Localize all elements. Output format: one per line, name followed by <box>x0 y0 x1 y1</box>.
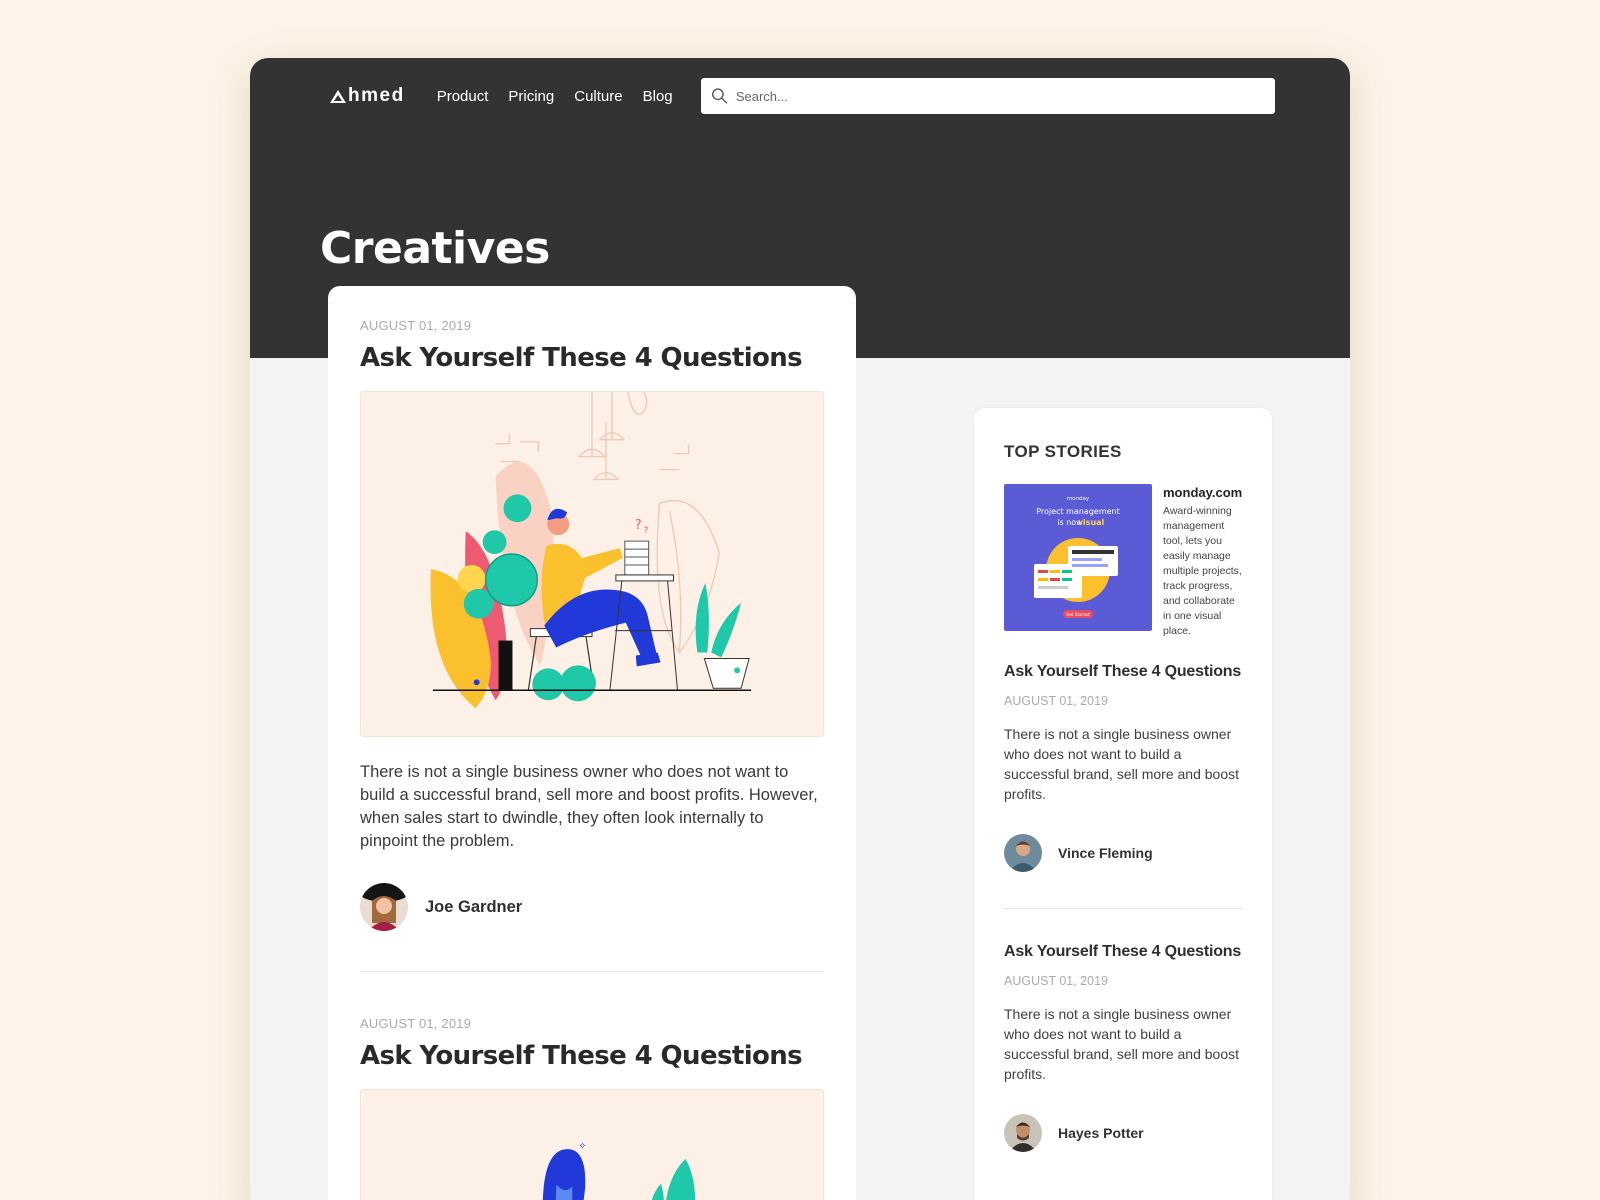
story-item: Ask Yourself These 4 Questions AUGUST 01… <box>1004 943 1242 1152</box>
search-icon <box>711 88 727 104</box>
story-author-name: Vince Fleming <box>1058 845 1153 861</box>
nav-link-culture[interactable]: Culture <box>574 88 622 105</box>
story-title[interactable]: Ask Yourself These 4 Questions <box>1004 943 1242 961</box>
post-feed-card: AUGUST 01, 2019 Ask Yourself These 4 Que… <box>328 286 856 1200</box>
author-avatar <box>360 883 408 931</box>
svg-text:?: ? <box>635 518 642 533</box>
svg-text:✧: ✧ <box>570 1151 576 1159</box>
story-title[interactable]: Ask Yourself These 4 Questions <box>1004 663 1242 681</box>
nav-links: Product Pricing Culture Blog <box>437 88 673 105</box>
search-box[interactable] <box>700 78 1275 114</box>
monday-ad-illustration: monday Project management is now visual <box>1004 484 1152 631</box>
svg-text:✧: ✧ <box>578 1141 586 1152</box>
post-item: AUGUST 01, 2019 Ask Yourself These 4 Que… <box>360 1016 824 1200</box>
ad-text: monday.com Award-winning management tool… <box>1163 484 1242 639</box>
story-author-name: Hayes Potter <box>1058 1125 1144 1141</box>
search-input[interactable] <box>735 88 1275 104</box>
ad-image[interactable]: monday Project management is now visual <box>1004 484 1152 631</box>
svg-text:monday: monday <box>1067 496 1090 502</box>
svg-text:?: ? <box>644 526 649 536</box>
svg-text:Project management: Project management <box>1036 507 1120 516</box>
sidebar-heading: TOP STORIES <box>1004 442 1122 461</box>
author-avatar <box>1004 1114 1042 1152</box>
svg-text:visual: visual <box>1078 518 1105 527</box>
story-excerpt: There is not a single business owner who… <box>1004 1006 1240 1082</box>
sponsored-ad[interactable]: monday Project management is now visual <box>1004 484 1242 639</box>
person-at-desk-illustration: ? ? <box>361 392 823 736</box>
logo-triangle-icon <box>330 89 346 103</box>
person-thinking-illustration: ✧ ✧ <box>363 1090 821 1200</box>
story-excerpt: There is not a single business owner who… <box>1004 726 1240 802</box>
post-divider <box>360 971 824 972</box>
author-avatar <box>1004 834 1042 872</box>
svg-text:Get Started: Get Started <box>1066 612 1090 617</box>
post-illustration[interactable]: ? ? <box>360 391 824 737</box>
story-date: AUGUST 01, 2019 <box>1004 974 1108 988</box>
top-nav: hmed Product Pricing Culture Blog <box>330 78 1275 114</box>
nav-link-product[interactable]: Product <box>437 88 489 105</box>
post-title[interactable]: Ask Yourself These 4 Questions <box>360 343 824 373</box>
logo-text: hmed <box>348 85 405 106</box>
nav-link-pricing[interactable]: Pricing <box>508 88 554 105</box>
nav-link-blog[interactable]: Blog <box>643 88 673 105</box>
post-author[interactable]: Joe Gardner <box>360 883 824 931</box>
post-illustration[interactable]: ✧ ✧ <box>360 1089 824 1200</box>
top-stories-sidebar: TOP STORIES monday Project management is… <box>973 407 1273 1200</box>
story-author[interactable]: Vince Fleming <box>1004 834 1242 872</box>
post-item: AUGUST 01, 2019 Ask Yourself These 4 Que… <box>360 318 824 972</box>
story-date: AUGUST 01, 2019 <box>1004 694 1108 708</box>
story-item: Ask Yourself These 4 Questions AUGUST 01… <box>1004 663 1242 909</box>
post-title[interactable]: Ask Yourself These 4 Questions <box>360 1041 824 1071</box>
post-date: AUGUST 01, 2019 <box>360 1016 472 1031</box>
story-author[interactable]: Hayes Potter <box>1004 1114 1242 1152</box>
ad-description: Award-winning management tool, lets you … <box>1163 505 1242 637</box>
story-divider <box>1004 908 1242 909</box>
browser-window: hmed Product Pricing Culture Blog Creati… <box>250 58 1350 1200</box>
logo[interactable]: hmed <box>330 85 405 107</box>
author-name: Joe Gardner <box>425 897 523 916</box>
page-title: Creatives <box>320 223 550 274</box>
ad-brand[interactable]: monday.com <box>1163 485 1242 500</box>
post-date: AUGUST 01, 2019 <box>360 318 472 333</box>
post-excerpt: There is not a single business owner who… <box>360 763 818 850</box>
